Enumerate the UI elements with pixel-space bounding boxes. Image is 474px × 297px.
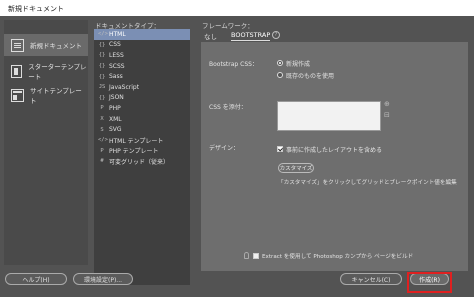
framework-header: フレームワーク： — [202, 22, 254, 30]
doc-type-json[interactable]: {} JSON — [94, 93, 190, 104]
include-layout-checkbox[interactable] — [277, 146, 283, 152]
php-template-icon: P — [100, 147, 104, 154]
document-icon — [11, 38, 24, 52]
document-type-list: </> HTML {} CSS {} LESS {} SCSS {} Sass JS Jav… — [94, 29, 190, 285]
window-title: 新規ドキュメント — [8, 5, 64, 13]
xml-file-icon: X — [100, 116, 104, 123]
sidebar-item-label: 新規ドキュメント — [30, 42, 82, 50]
radio-create-new-label: 新規作成 — [286, 61, 311, 68]
json-file-icon: {} — [98, 94, 106, 101]
radio-use-existing-label: 既存のものを使用 — [286, 73, 335, 80]
doc-type-label: Sass — [109, 73, 123, 81]
category-sidebar: 新規ドキュメント スターターテンプレート サイトテンプレート — [4, 20, 88, 265]
sidebar-item-starter-templates[interactable]: スターターテンプレート — [4, 60, 88, 82]
starter-template-icon — [11, 64, 23, 78]
design-label: デザイン： — [209, 145, 240, 152]
css-file-icon: {} — [98, 41, 106, 48]
doc-type-label: JSON — [109, 94, 124, 102]
javascript-file-icon: JS — [98, 84, 106, 91]
doc-type-php[interactable]: P PHP — [94, 103, 190, 114]
doc-type-label: SCSS — [109, 62, 125, 70]
bootstrap-css-label: Bootstrap CSS： — [209, 61, 258, 68]
doc-type-fluid-grid[interactable]: # 可変グリッド（従来） — [94, 156, 190, 167]
html-file-icon: </> — [98, 31, 108, 38]
include-layout-label: 事前に作成したレイアウトを含める — [286, 147, 383, 154]
remove-css-icon[interactable]: ⊟ — [384, 111, 390, 119]
doc-type-label: JavaScript — [109, 83, 140, 91]
window-titlebar: 新規ドキュメント — [0, 0, 474, 16]
doc-type-label: LESS — [109, 51, 124, 59]
doc-type-scss[interactable]: {} SCSS — [94, 61, 190, 72]
doc-type-label: HTML テンプレート — [109, 137, 164, 145]
doc-type-label: CSS — [109, 41, 121, 49]
extract-label: Extract を使用して Photoshop カンプから ページをビルド — [262, 254, 414, 260]
doc-type-label: PHP テンプレート — [109, 148, 159, 156]
css-attach-list[interactable] — [277, 101, 381, 131]
doc-type-svg[interactable]: S SVG — [94, 124, 190, 135]
site-template-icon — [11, 88, 24, 102]
cancel-button[interactable]: キャンセル(C) — [340, 273, 402, 285]
bootstrap-panel: Bootstrap CSS： 新規作成 既存のものを使用 CSS を添付： ⊕ … — [201, 42, 468, 271]
customize-button[interactable]: カスタマイズ — [278, 163, 314, 173]
doc-type-xml[interactable]: X XML — [94, 114, 190, 125]
doc-type-html-template[interactable]: </> HTML テンプレート — [94, 135, 190, 146]
customize-hint: 「カスタマイズ」をクリックしてグリッドとブレークポイント値を編集 — [278, 180, 457, 186]
doc-type-html[interactable]: </> HTML — [94, 29, 190, 40]
dialog-body: 新規ドキュメント スターターテンプレート サイトテンプレート ドキュメントタイプ… — [0, 16, 474, 297]
lightbulb-icon — [244, 252, 249, 259]
doc-type-label: 可変グリッド（従来） — [109, 158, 170, 166]
html-template-icon: </> — [98, 137, 108, 144]
doc-type-php-template[interactable]: P PHP テンプレート — [94, 146, 190, 157]
doc-type-sass[interactable]: {} Sass — [94, 71, 190, 82]
doc-type-label: XML — [109, 115, 122, 123]
sidebar-item-site-templates[interactable]: サイトテンプレート — [4, 84, 88, 106]
tab-none[interactable]: なし — [204, 30, 217, 41]
add-css-icon[interactable]: ⊕ — [384, 100, 390, 108]
doc-type-javascript[interactable]: JS JavaScript — [94, 82, 190, 93]
create-button[interactable]: 作成(R) — [410, 273, 449, 285]
preferences-button[interactable]: 環境設定(P)... — [73, 273, 133, 285]
svg-file-icon: S — [100, 126, 104, 133]
radio-create-new[interactable] — [277, 60, 283, 66]
php-file-icon: P — [100, 105, 104, 112]
radio-use-existing[interactable] — [277, 72, 283, 78]
sass-file-icon: {} — [98, 73, 106, 80]
less-file-icon: {} — [98, 52, 106, 59]
help-icon[interactable]: ? — [272, 31, 280, 39]
grid-icon: # — [100, 158, 104, 165]
sidebar-item-label: スターターテンプレート — [28, 63, 87, 81]
help-button[interactable]: ヘルプ(H) — [5, 273, 67, 285]
tab-bootstrap[interactable]: BOOTSTRAP — [231, 30, 271, 41]
doc-type-css[interactable]: {} CSS — [94, 40, 190, 51]
doc-type-less[interactable]: {} LESS — [94, 50, 190, 61]
extract-checkbox[interactable] — [253, 253, 259, 259]
sidebar-item-new-document[interactable]: 新規ドキュメント — [4, 34, 88, 56]
doc-type-label: HTML — [109, 30, 126, 38]
doc-type-label: SVG — [109, 126, 122, 134]
css-attach-label: CSS を添付： — [209, 104, 247, 111]
sidebar-item-label: サイトテンプレート — [29, 87, 82, 105]
scss-file-icon: {} — [98, 63, 106, 70]
doc-type-label: PHP — [109, 104, 121, 112]
